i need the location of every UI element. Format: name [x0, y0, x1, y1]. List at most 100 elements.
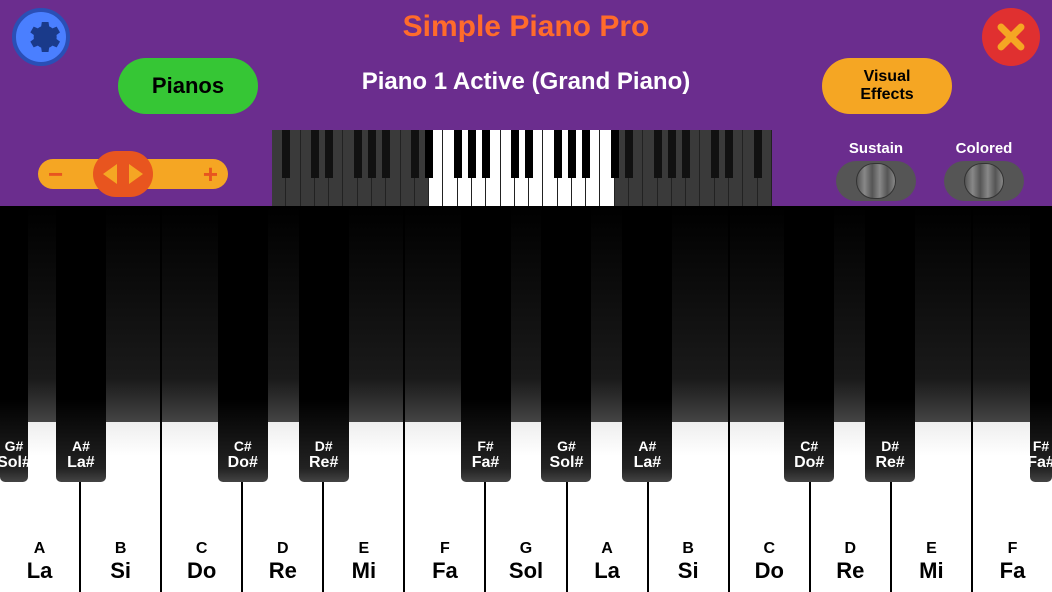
white-key-solfege: Do — [187, 558, 216, 584]
mini-white-key[interactable] — [343, 130, 357, 206]
black-key-note: G# — [5, 438, 24, 454]
mini-white-key[interactable] — [458, 130, 472, 206]
white-key-note: E — [359, 540, 370, 558]
mini-white-key[interactable] — [486, 130, 500, 206]
black-key-solfege: Do# — [794, 454, 824, 472]
black-key-Fsharp[interactable]: F#Fa# — [461, 206, 511, 482]
white-key-note: C — [763, 540, 775, 558]
mini-white-key[interactable] — [358, 130, 372, 206]
mini-white-key[interactable] — [715, 130, 729, 206]
mini-white-key[interactable] — [472, 130, 486, 206]
white-key-note: C — [196, 540, 208, 558]
white-key-solfege: La — [594, 558, 620, 584]
white-key-solfege: Do — [755, 558, 784, 584]
gear-icon — [21, 17, 61, 57]
zoom-slider-knob[interactable] — [93, 151, 153, 197]
black-key-solfege: Sol# — [0, 454, 31, 472]
mini-white-key[interactable] — [329, 130, 343, 206]
chevron-left-icon — [93, 151, 123, 197]
black-key-Asharp[interactable]: A#La# — [56, 206, 106, 482]
white-key-note: A — [601, 540, 613, 558]
white-key-note: B — [115, 540, 127, 558]
white-key-note: G — [520, 540, 532, 558]
chevron-right-icon — [123, 151, 153, 197]
zoom-minus-icon[interactable]: − — [48, 159, 63, 190]
mini-white-key[interactable] — [401, 130, 415, 206]
black-key-note: C# — [234, 438, 252, 454]
mini-white-key[interactable] — [629, 130, 643, 206]
mini-white-key[interactable] — [429, 130, 443, 206]
white-key-solfege: Fa — [432, 558, 458, 584]
zoom-plus-icon[interactable]: + — [203, 159, 218, 190]
zoom-control[interactable]: − + — [38, 154, 228, 194]
mini-white-key[interactable] — [543, 130, 557, 206]
black-key-note: A# — [638, 438, 656, 454]
black-key-note: D# — [315, 438, 333, 454]
black-key-solfege: Do# — [228, 454, 258, 472]
black-key-Dsharp[interactable]: D#Re# — [865, 206, 915, 482]
black-key-note: C# — [800, 438, 818, 454]
white-key-solfege: Fa — [1000, 558, 1026, 584]
black-key-note: A# — [72, 438, 90, 454]
mini-white-key[interactable] — [501, 130, 515, 206]
white-key-solfege: Re — [269, 558, 297, 584]
black-key-Dsharp[interactable]: D#Re# — [299, 206, 349, 482]
mini-white-key[interactable] — [572, 130, 586, 206]
mini-white-key[interactable] — [686, 130, 700, 206]
sustain-toggle[interactable]: Sustain — [830, 140, 922, 201]
white-key-note: E — [926, 540, 937, 558]
mini-white-key[interactable] — [372, 130, 386, 206]
mini-white-key[interactable] — [315, 130, 329, 206]
mini-white-key[interactable] — [586, 130, 600, 206]
mini-white-key[interactable] — [729, 130, 743, 206]
mini-white-key[interactable] — [443, 130, 457, 206]
mini-white-key[interactable] — [643, 130, 657, 206]
mini-white-key[interactable] — [700, 130, 714, 206]
white-key-solfege: Si — [110, 558, 131, 584]
mini-white-key[interactable] — [743, 130, 757, 206]
black-key-solfege: La# — [634, 454, 662, 472]
close-button[interactable] — [982, 8, 1040, 66]
white-key-note: F — [440, 540, 450, 558]
black-key-solfege: Sol# — [550, 454, 584, 472]
black-key-note: F# — [1033, 438, 1049, 454]
mini-white-key[interactable] — [529, 130, 543, 206]
settings-button[interactable] — [12, 8, 70, 66]
black-key-solfege: Fa# — [472, 454, 500, 472]
black-key-Fsharp[interactable]: F#Fa# — [1030, 206, 1052, 482]
black-key-note: G# — [557, 438, 576, 454]
black-key-Gsharp[interactable]: G#Sol# — [0, 206, 28, 482]
mini-white-key[interactable] — [658, 130, 672, 206]
visual-effects-label-1: Visual — [864, 68, 911, 86]
white-key-note: A — [34, 540, 46, 558]
white-key-solfege: Mi — [352, 558, 376, 584]
white-key-solfege: Si — [678, 558, 699, 584]
mini-white-key[interactable] — [515, 130, 529, 206]
mini-white-key[interactable] — [558, 130, 572, 206]
white-key-solfege: Mi — [919, 558, 943, 584]
mini-white-key[interactable] — [301, 130, 315, 206]
visual-effects-button[interactable]: Visual Effects — [822, 58, 952, 114]
colored-label: Colored — [938, 140, 1030, 157]
mini-white-key[interactable] — [286, 130, 300, 206]
mini-white-key[interactable] — [672, 130, 686, 206]
mini-white-key[interactable] — [415, 130, 429, 206]
black-key-solfege: Fa# — [1027, 454, 1052, 472]
black-key-Gsharp[interactable]: G#Sol# — [541, 206, 591, 482]
mini-white-key[interactable] — [758, 130, 772, 206]
app-title: Simple Piano Pro — [0, 10, 1052, 44]
black-key-Asharp[interactable]: A#La# — [622, 206, 672, 482]
black-key-Csharp[interactable]: C#Do# — [218, 206, 268, 482]
mini-white-key[interactable] — [600, 130, 614, 206]
sustain-label: Sustain — [830, 140, 922, 157]
black-key-Csharp[interactable]: C#Do# — [784, 206, 834, 482]
mini-white-key[interactable] — [615, 130, 629, 206]
top-bar: Simple Piano Pro Pianos Piano 1 Active (… — [0, 0, 1052, 206]
mini-keyboard-overview[interactable] — [272, 130, 772, 206]
close-icon — [994, 20, 1028, 54]
visual-effects-label-2: Effects — [860, 86, 913, 104]
mini-white-key[interactable] — [386, 130, 400, 206]
colored-toggle[interactable]: Colored — [938, 140, 1030, 201]
black-key-solfege: La# — [67, 454, 95, 472]
mini-white-key[interactable] — [272, 130, 286, 206]
